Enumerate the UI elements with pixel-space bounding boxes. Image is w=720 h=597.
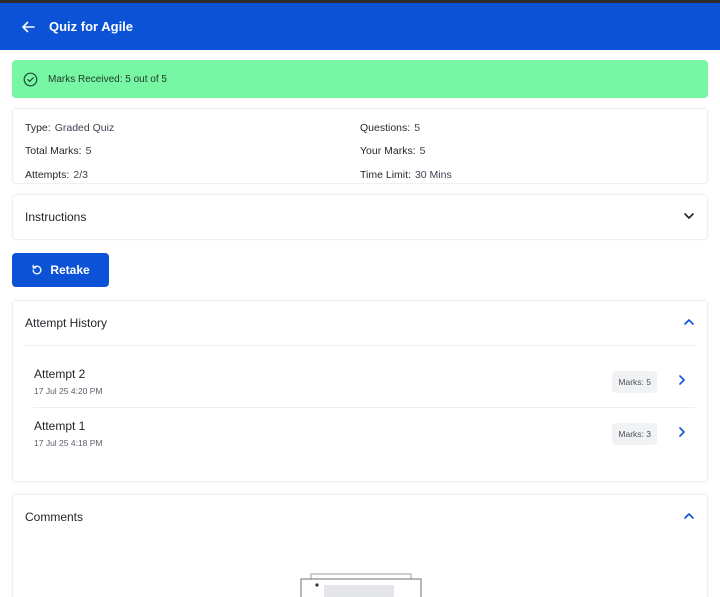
retake-button[interactable]: Retake <box>12 253 109 287</box>
info-questions-label: Questions: <box>360 122 411 134</box>
chevron-down-icon[interactable] <box>683 210 695 225</box>
info-time-value: 30 Mins <box>414 169 452 181</box>
attempt-history-label: Attempt History <box>25 316 108 330</box>
info-total-value: 5 <box>85 145 92 157</box>
info-type-value: Graded Quiz <box>54 122 115 134</box>
chevron-up-icon[interactable] <box>683 316 695 331</box>
attempt-name: Attempt 1 <box>34 419 86 433</box>
info-attempts-value: 2/3 <box>73 169 88 181</box>
arrow-left-icon[interactable] <box>20 19 36 35</box>
info-attempts: Attempts: 2/3 <box>25 169 88 181</box>
attempt-history-accordion: Attempt History Attempt 2 17 Jul 25 4:20… <box>12 300 708 482</box>
marks-badge: Marks: 5 <box>612 370 657 393</box>
info-your-value: 5 <box>419 145 426 157</box>
attempt-name: Attempt 2 <box>34 367 86 381</box>
attempt-time: 17 Jul 25 4:20 PM <box>34 386 103 396</box>
instructions-accordion[interactable]: Instructions <box>12 194 708 240</box>
comments-accordion: Comments <box>12 494 708 597</box>
info-total-marks: Total Marks: 5 <box>25 145 91 157</box>
info-your-marks: Your Marks: 5 <box>360 145 425 157</box>
info-time-limit: Time Limit: 30 Mins <box>360 169 452 181</box>
attempt-row[interactable]: Attempt 1 17 Jul 25 4:18 PM Marks: 3 <box>13 408 707 459</box>
chevron-right-icon[interactable] <box>677 373 687 391</box>
retake-label: Retake <box>50 263 90 277</box>
info-questions-value: 5 <box>414 122 421 134</box>
empty-state-illustration-icon <box>300 573 422 597</box>
refresh-icon <box>32 264 42 275</box>
info-total-label: Total Marks: <box>25 145 82 157</box>
info-questions: Questions: 5 <box>360 122 420 134</box>
app-bar: Quiz for Agile <box>0 3 720 50</box>
instructions-label: Instructions <box>25 210 87 224</box>
marks-banner: Marks Received: 5 out of 5 <box>12 60 708 98</box>
info-attempts-label: Attempts: <box>25 169 70 181</box>
info-time-label: Time Limit: <box>360 169 411 181</box>
page-title: Quiz for Agile <box>49 19 134 34</box>
attempt-history-header[interactable]: Attempt History <box>13 301 707 345</box>
check-circle-icon <box>23 72 38 87</box>
chevron-right-icon[interactable] <box>677 425 687 443</box>
info-your-label: Your Marks: <box>360 145 416 157</box>
info-type-label: Type: <box>25 122 51 134</box>
comments-header[interactable]: Comments <box>13 495 707 539</box>
divider <box>25 345 695 346</box>
chevron-up-icon[interactable] <box>683 510 695 525</box>
quiz-info-card: Type: Graded Quiz Total Marks: 5 Attempts:… <box>12 108 708 184</box>
marks-banner-text: Marks Received: 5 out of 5 <box>48 73 167 85</box>
comments-label: Comments <box>25 510 84 524</box>
info-type: Type: Graded Quiz <box>25 122 114 134</box>
instructions-header[interactable]: Instructions <box>13 195 707 239</box>
attempt-row[interactable]: Attempt 2 17 Jul 25 4:20 PM Marks: 5 <box>13 356 707 407</box>
main-content: Marks Received: 5 out of 5 Type: Graded Q… <box>0 50 720 597</box>
attempt-time: 17 Jul 25 4:18 PM <box>34 438 103 448</box>
marks-badge: Marks: 3 <box>612 422 657 445</box>
